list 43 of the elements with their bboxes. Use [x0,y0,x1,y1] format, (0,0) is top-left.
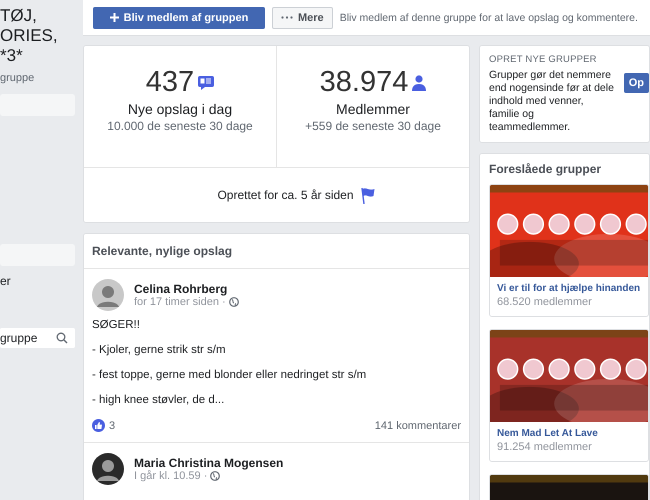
stat-detail: +559 de seneste 30 dage [305,119,441,133]
section-title: Relevante, nylige opslag [84,234,469,269]
post-text: - Kjoler, gerne strik str s/m [92,344,227,356]
globe-icon [210,471,220,481]
stat-value: 437 [146,66,194,99]
more-button[interactable]: Mere [272,6,333,28]
create-group-button[interactable]: Op [624,73,649,93]
post-text: - high knee støvler, de d... [92,394,226,406]
speech-bubble-icon [198,74,214,90]
group-name[interactable]: Nem Mad Let At Lave [490,422,648,439]
dots-icon [281,16,293,19]
group-name[interactable]: Vi er til for at hjælpe hinanden [490,277,648,294]
globe-icon [228,297,239,307]
author-name[interactable]: Celina Rohrberg [134,282,239,296]
search-icon[interactable] [56,332,68,344]
avatar[interactable] [92,453,124,485]
post-text: - fest toppe, gerne med blonder eller nedringet str s/m [92,369,368,381]
group-title: TØJ, ORIES, *3* [0,6,59,66]
created-text: Oprettet for ca. 5 år siden [217,188,354,202]
card-heading: OPRET NYE GRUPPER [489,54,598,65]
group-card[interactable]: Vi er til for at hjælpe hinanden 68.520 medlemmer [489,184,649,317]
group-card[interactable]: Nem Mad Let At Lave 91.254 medlemmer [489,329,649,462]
search-field[interactable]: gruppe [0,328,75,348]
join-group-button[interactable]: Bliv medlem af gruppen [93,6,265,28]
member-count: 68.520 medlemmer [496,295,593,308]
card-heading: Foreslåede grupper [489,162,602,176]
like-icon [92,419,105,432]
create-groups-text: Grupper gør det nemmere end nogensinde før at dele indhold med venner, familie og teammedlemmer. [489,69,615,134]
join-hint: Bliv medlem af denne gruppe for at lave opslag og kommentere. [340,12,638,24]
stat-label: Nye opslag i dag [128,101,232,117]
member-count: 91.254 medlemmer [496,440,593,453]
stat-label: Medlemmer [336,101,410,117]
like-count: 3 [109,420,116,432]
stat-detail: 10.000 de seneste 30 dage [107,119,253,133]
flag-icon [360,186,376,204]
sidebar-link[interactable]: er [0,274,75,288]
post-text: SØGER!! [92,319,141,331]
comment-count[interactable]: 141 kommentarer [374,420,461,432]
author-name[interactable]: Maria Christina Mogensen [134,456,284,470]
stat-value: 38.974 [320,66,408,99]
group-type: gruppe [0,72,36,84]
person-icon [412,74,426,90]
plus-icon [110,13,119,22]
